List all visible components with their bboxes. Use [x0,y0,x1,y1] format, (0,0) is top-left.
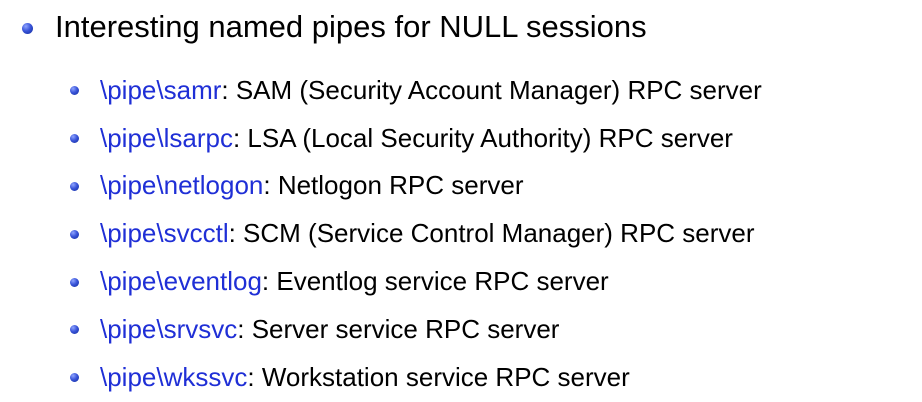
list-item: \pipe\eventlog: Eventlog service RPC ser… [70,257,762,305]
pipe-description: : Netlogon RPC server [263,170,524,201]
list-item: \pipe\srvsvc: Server service RPC server [70,305,762,353]
item-text: \pipe\eventlog: Eventlog service RPC ser… [100,264,609,298]
bullet-icon [70,134,79,144]
list-item: \pipe\samr: SAM (Security Account Manage… [70,66,762,114]
bullet-icon [70,86,79,96]
pipe-name: \pipe\srvsvc [100,313,238,344]
bullet-icon [70,181,79,191]
pipe-name: \pipe\netlogon [100,170,264,201]
item-text: \pipe\srvsvc: Server service RPC server [100,312,559,346]
list-item: \pipe\wkssvc: Workstation service RPC se… [70,353,762,401]
item-text: \pipe\wkssvc: Workstation service RPC se… [100,360,630,394]
pipe-description: : SAM (Security Account Manager) RPC ser… [221,74,762,105]
pipe-name: \pipe\svcctl [100,218,229,249]
list-item: \pipe\netlogon: Netlogon RPC server [70,162,762,210]
bullet-icon [70,325,79,335]
pipe-name: \pipe\eventlog [100,266,262,297]
item-text: \pipe\samr: SAM (Security Account Manage… [100,73,762,107]
item-text: \pipe\svcctl: SCM (Service Control Manag… [100,216,755,250]
list-item: \pipe\lsarpc: LSA (Local Security Author… [70,114,762,162]
bullet-icon [70,277,79,287]
bullet-icon [70,373,79,383]
list-item: \pipe\svcctl: SCM (Service Control Manag… [70,209,762,257]
bullet-icon [70,229,79,239]
pipe-description: : Server service RPC server [237,313,560,344]
slide: Interesting named pipes for NULL session… [0,0,922,402]
pipe-name: \pipe\wkssvc [100,361,248,392]
item-text: \pipe\lsarpc: LSA (Local Security Author… [100,121,733,155]
pipe-description: : SCM (Service Control Manager) RPC serv… [228,218,755,249]
pipe-description: : Workstation service RPC server [247,361,630,392]
pipe-description: : LSA (Local Security Authority) RPC ser… [232,122,733,153]
heading-row: Interesting named pipes for NULL session… [22,7,647,47]
item-text: \pipe\netlogon: Netlogon RPC server [100,168,523,202]
slide-heading: Interesting named pipes for NULL session… [55,9,647,44]
pipe-name: \pipe\lsarpc [100,122,233,153]
pipe-name: \pipe\samr [100,74,222,105]
pipe-description: : Eventlog service RPC server [261,266,609,297]
bullet-icon [22,22,33,34]
pipe-list: \pipe\samr: SAM (Security Account Manage… [70,66,762,401]
